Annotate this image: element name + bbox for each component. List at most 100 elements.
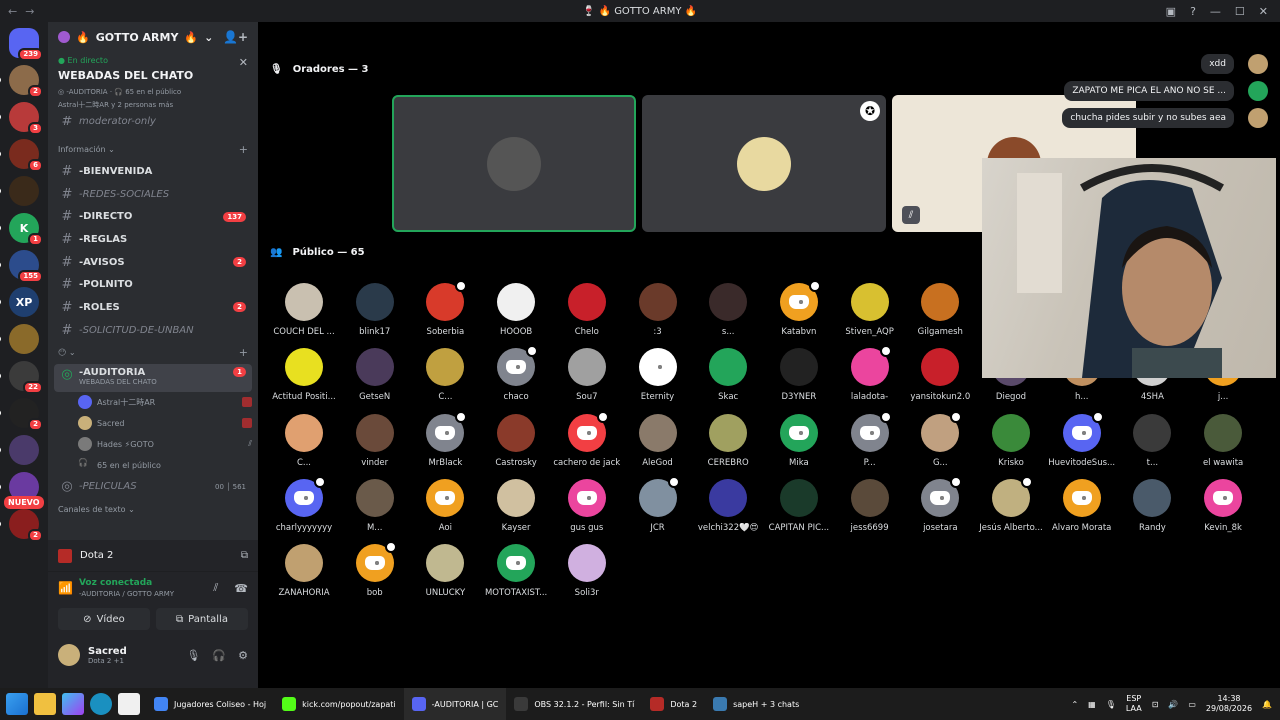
audience-member[interactable]: gus gus [552, 478, 622, 533]
inbox-icon[interactable]: ▣ [1166, 5, 1176, 18]
headphones-icon[interactable]: 🎧 [212, 649, 226, 662]
language-indicator[interactable]: ESP LAA [1126, 694, 1142, 714]
server-icon[interactable]: 2 [0, 65, 43, 98]
back-arrow-icon[interactable]: ← [8, 5, 17, 18]
discord-home-icon[interactable]: 239 [9, 28, 43, 61]
channel-item[interactable]: # -BIENVENIDA [54, 160, 252, 183]
server-icon[interactable]: 22 [0, 361, 43, 394]
file-explorer-icon[interactable] [34, 693, 56, 715]
microphone-icon[interactable]: 🎙 [1106, 700, 1116, 709]
audience-member[interactable]: Alvaro Morata [1047, 478, 1117, 533]
voice-status[interactable]: Voz conectada [79, 578, 174, 588]
audience-member[interactable]: velchi322🤍😍 [693, 478, 763, 533]
disconnect-icon[interactable]: ☎ [234, 582, 248, 595]
audience-member[interactable]: CEREBRO [693, 413, 763, 468]
audience-member[interactable]: AleGod [623, 413, 693, 468]
video-button[interactable]: ⊘ Vídeo [58, 608, 150, 630]
invite-icon[interactable]: 👤+ [223, 30, 248, 44]
taskbar-app[interactable]: Jugadores Coliseo - Hoj [146, 688, 274, 720]
audience-member[interactable]: M... [340, 478, 410, 533]
audience-member[interactable]: Soberbia [410, 280, 480, 337]
audience-member[interactable]: Stiven_AQP [835, 283, 905, 337]
server-icon[interactable]: 155 [0, 250, 43, 283]
channel-item[interactable]: # -REDES-SOCIALES [54, 183, 252, 206]
audience-member[interactable]: Chelo [552, 283, 622, 337]
audience-member[interactable]: s... [693, 283, 763, 337]
audience-member[interactable]: HOOOB [481, 283, 551, 337]
channel-item[interactable]: # -ROLES 2 [54, 296, 252, 319]
battery-icon[interactable]: ▭ [1188, 700, 1196, 709]
audience-member[interactable]: Katabvn [764, 280, 834, 337]
audience-member[interactable]: jess6699 [835, 478, 905, 533]
speaker-tile[interactable]: ✪ [642, 95, 886, 232]
notification-icon[interactable]: 🔔 [1262, 700, 1272, 709]
stage-channel-auditoria[interactable]: ◎ -AUDITORIA WEBADAS DEL CHATO 1 [54, 363, 252, 392]
audience-member[interactable]: MOTOTAXIST... [481, 544, 551, 598]
store-icon[interactable] [118, 693, 140, 715]
avatar[interactable] [58, 644, 80, 666]
audience-member[interactable]: G... [905, 410, 975, 468]
audience-member[interactable]: Actitud Positi... [269, 348, 339, 402]
add-channel-icon[interactable]: + [239, 346, 248, 359]
audience-member[interactable]: t... [1117, 413, 1187, 468]
audience-member[interactable]: Soli3r [552, 544, 622, 598]
audience-member[interactable]: GetseN [340, 348, 410, 402]
close-icon[interactable]: ✕ [239, 56, 248, 69]
audience-member[interactable]: Eternity [623, 348, 693, 402]
channel-partial[interactable]: # moderator-only [54, 116, 252, 126]
audience-member[interactable]: charlyyyyyyy [269, 475, 339, 533]
taskbar-app[interactable]: kick.com/popout/zapati [274, 688, 404, 720]
channel-item[interactable]: # -DIRECTO 137 [54, 205, 252, 228]
windows-start-icon[interactable] [6, 693, 28, 715]
taskbar-app[interactable]: Dota 2 [642, 688, 705, 720]
server-icon[interactable]: 2 [0, 509, 43, 542]
chevron-up-icon[interactable]: ⌃ [1071, 700, 1078, 709]
voice-location[interactable]: -AUDITORIA / GOTTO ARMY [79, 590, 174, 598]
audience-member[interactable]: Randy [1117, 478, 1187, 533]
category-text[interactable]: Canales de texto ⌄ [48, 498, 258, 520]
audience-member[interactable]: ZANAHORIA [269, 544, 339, 598]
clock[interactable]: 14:38 29/08/2026 [1206, 694, 1252, 714]
audience-member[interactable]: vinder [340, 413, 410, 468]
audience-member[interactable]: Jesús Alberto... [976, 475, 1046, 533]
audience-member[interactable]: Kayser [481, 478, 551, 533]
category-emoji[interactable]: 😶 ⌄ + [48, 342, 258, 364]
activity-row[interactable]: Dota 2 ⧉ [48, 540, 258, 572]
noise-suppression-icon[interactable]: ⫽ [213, 581, 218, 595]
audience-member[interactable]: cachero de jack [552, 410, 622, 468]
channel-item[interactable]: # -SOLICITUD-DE-UNBAN [54, 319, 252, 342]
channel-item[interactable]: # -AVISOS 2 [54, 251, 252, 274]
help-icon[interactable]: ? [1190, 5, 1196, 18]
taskbar-app[interactable]: OBS 32.1.2 - Perfil: Sin Tí [506, 688, 642, 720]
audience-member[interactable]: UNLUCKY [410, 544, 480, 598]
taskbar-app[interactable]: -AUDITORIA | GC [403, 688, 507, 720]
maximize-icon[interactable]: ☐ [1235, 5, 1245, 18]
server-icon[interactable]: 6 [0, 139, 43, 172]
live-stage-card[interactable]: ● En directo WEBADAS DEL CHATO ◎ -AUDITO… [48, 52, 258, 124]
audience-member[interactable]: Mika [764, 413, 834, 468]
audience-member[interactable]: chaco [481, 345, 551, 402]
stage-channel-peliculas[interactable]: ◎ -PELICULAS 00 │ 561 [54, 476, 252, 499]
audience-member[interactable]: COUCH DEL ... [269, 283, 339, 337]
server-icon[interactable] [0, 435, 39, 465]
audience-member[interactable]: Krisko [976, 413, 1046, 468]
category-info[interactable]: Información ⌄ + [48, 138, 258, 160]
screen-share-icon[interactable]: ⧉ [241, 550, 248, 561]
voice-user-item[interactable]: Sacred [78, 413, 252, 434]
audience-member[interactable]: bob [340, 541, 410, 598]
volume-icon[interactable]: 🔊 [1168, 700, 1178, 709]
audience-member[interactable]: :3 [623, 283, 693, 337]
audience-member[interactable]: MrBlack [410, 410, 480, 468]
audience-member[interactable]: Sou7 [552, 348, 622, 402]
taskbar-app[interactable]: sapeH + 3 chats [705, 688, 807, 720]
voice-user-item[interactable]: Astral十二時AR [78, 392, 252, 413]
server-icon[interactable] [0, 176, 39, 206]
server-icon[interactable]: 2 [0, 398, 43, 431]
audience-member[interactable]: P... [835, 410, 905, 468]
tray-app-icon[interactable]: ▦ [1088, 700, 1096, 709]
channel-item[interactable]: # -REGLAS [54, 228, 252, 251]
add-channel-icon[interactable]: + [239, 143, 248, 156]
audience-member[interactable]: Gilgamesh [905, 283, 975, 337]
audience-member[interactable]: Skac [693, 348, 763, 402]
close-icon[interactable]: ✕ [1259, 5, 1268, 18]
